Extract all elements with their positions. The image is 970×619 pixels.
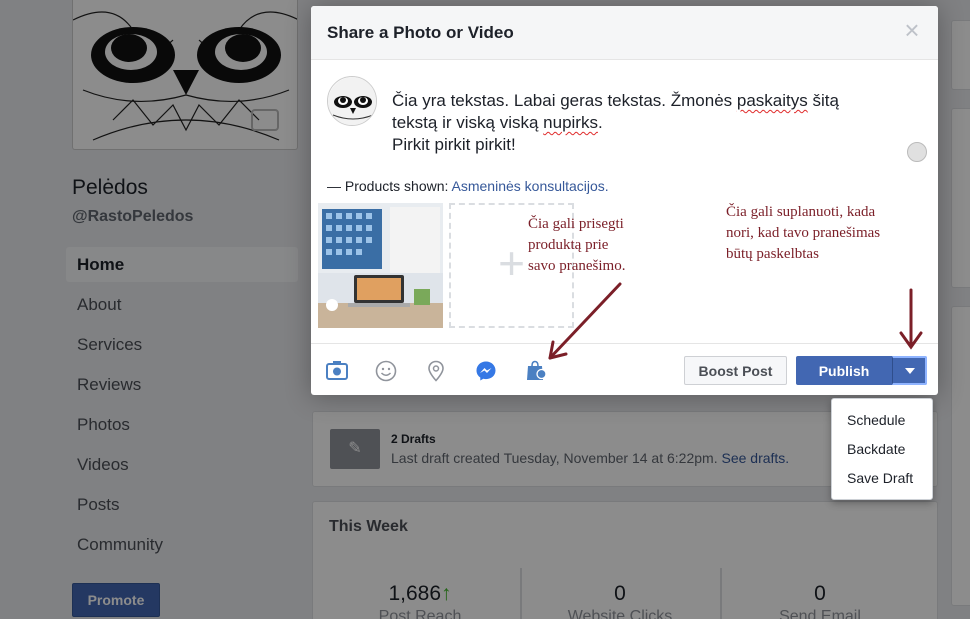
annotation-schedule: Čia gali suplanuoti, kada nori, kad tavo…	[726, 204, 881, 262]
publish-button[interactable]: Publish	[796, 356, 892, 385]
products-prefix: — Products shown:	[327, 178, 452, 194]
modal-footer: Boost Post Publish	[311, 343, 938, 395]
location-pin-icon[interactable]	[425, 360, 447, 382]
post-text-segment: Pirkit pirkit pirkit!	[392, 135, 516, 154]
messenger-icon[interactable]	[475, 360, 497, 382]
post-text-segment: šitą	[807, 91, 839, 110]
smiley-icon[interactable]	[375, 360, 397, 382]
emoji-icon[interactable]	[907, 142, 927, 162]
post-text-segment: Čia yra tekstas. Labai geras tekstas. Žm…	[392, 91, 737, 110]
products-shown: — Products shown: Asmeninės konsultacijo…	[327, 178, 609, 194]
annotation-attach-product: Čia gali prisegti produktą prie savo pra…	[528, 216, 626, 274]
post-text-segment: .	[597, 113, 603, 132]
product-link[interactable]: Asmeninės konsultacijos.	[452, 178, 609, 194]
post-text-segment: tekstą ir viską viską	[392, 113, 544, 132]
attached-photo[interactable]	[318, 203, 443, 328]
publish-options-menu: Schedule Backdate Save Draft	[831, 398, 933, 500]
camera-icon[interactable]	[326, 360, 348, 382]
share-photo-modal: Share a Photo or Video × Čia yra tekstas…	[311, 6, 938, 395]
menu-item-save-draft[interactable]: Save Draft	[832, 468, 932, 497]
post-text-misspelled: nupirks	[543, 113, 598, 132]
boost-post-button[interactable]: Boost Post	[684, 356, 787, 385]
menu-item-schedule[interactable]: Schedule	[832, 410, 932, 439]
product-bag-icon[interactable]	[525, 360, 547, 382]
post-text-misspelled: paskaitys	[736, 91, 808, 110]
close-icon[interactable]: ×	[900, 17, 924, 43]
menu-item-backdate[interactable]: Backdate	[832, 439, 932, 468]
avatar	[327, 76, 377, 126]
modal-header: Share a Photo or Video ×	[311, 6, 938, 60]
post-composer-text[interactable]: Čia yra tekstas. Labai geras tekstas. Žm…	[392, 90, 872, 156]
modal-title: Share a Photo or Video	[327, 23, 514, 42]
publish-options-chevron-down-icon[interactable]	[892, 356, 927, 385]
